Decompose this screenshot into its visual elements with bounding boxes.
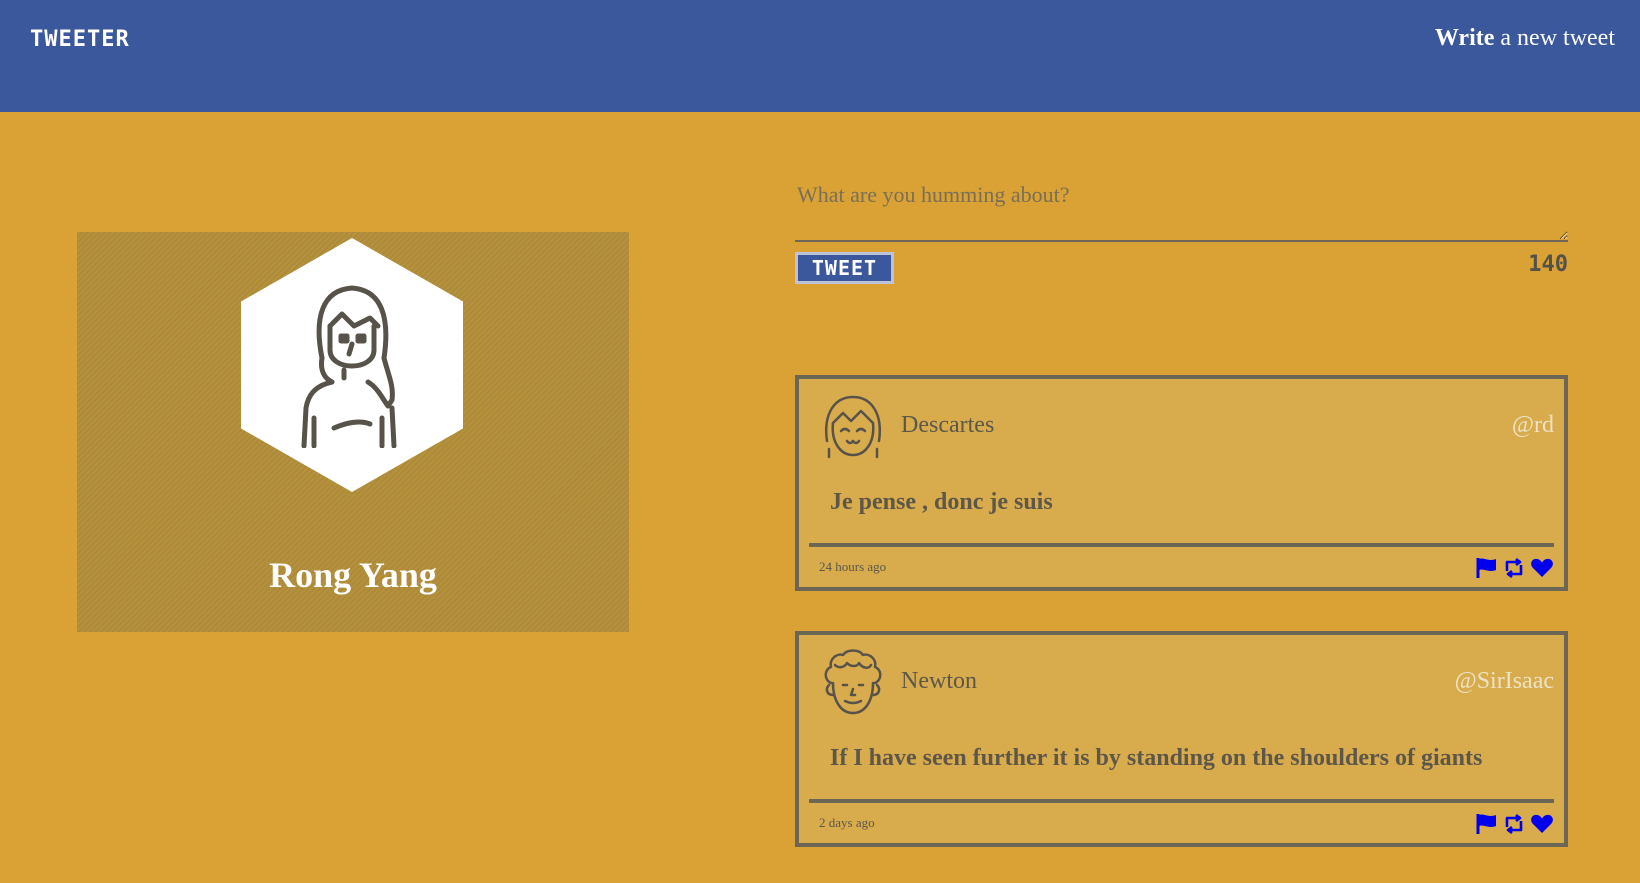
flag-icon[interactable] — [1474, 813, 1498, 835]
retweet-icon[interactable] — [1502, 813, 1526, 835]
profile-card: Rong Yang — [77, 232, 629, 632]
tweet-text: If I have seen further it is by standing… — [830, 745, 1483, 771]
tweet-input[interactable] — [795, 172, 1568, 242]
tweet-composer: TWEET 140 — [795, 172, 1568, 284]
retweet-icon[interactable] — [1502, 557, 1526, 579]
tweet-actions — [1474, 813, 1554, 835]
heart-icon[interactable] — [1530, 813, 1554, 835]
top-navbar: TWEETER Write a new tweet — [0, 0, 1640, 112]
tweet-timestamp: 2 days ago — [819, 815, 875, 830]
compose-link-rest: a new tweet — [1494, 25, 1615, 51]
brand-logo[interactable]: TWEETER — [30, 27, 130, 52]
heart-icon[interactable] — [1530, 557, 1554, 579]
tweet-author-name: Newton — [901, 668, 977, 694]
tweet-card: Newton @SirIsaac If I have seen further … — [795, 631, 1568, 847]
flag-icon[interactable] — [1474, 557, 1498, 579]
curly-hair-man-avatar-icon — [824, 649, 882, 715]
tweet-author-handle: @rd — [1511, 412, 1554, 438]
tweet-author-name: Descartes — [901, 412, 995, 438]
profile-name: Rong Yang — [269, 555, 437, 595]
tweet-divider — [809, 543, 1554, 547]
tweet-button[interactable]: TWEET — [795, 252, 894, 284]
compose-link-bold: Write — [1434, 25, 1495, 51]
tweet-card: Descartes @rd Je pense , donc je suis 24… — [795, 375, 1568, 591]
tweet-text: Je pense , donc je suis — [830, 489, 1053, 515]
tweet-divider — [809, 799, 1554, 803]
tweet-author-handle: @SirIsaac — [1454, 668, 1554, 694]
character-counter: 140 — [1528, 252, 1568, 277]
tweet-actions — [1474, 557, 1554, 579]
profile-avatar-hexagon — [241, 238, 463, 492]
tweet-timestamp: 24 hours ago — [819, 559, 887, 574]
woman-avatar-icon — [301, 285, 397, 448]
smiling-girl-avatar-icon — [824, 395, 882, 459]
write-new-tweet-link[interactable]: Write a new tweet — [1435, 25, 1615, 52]
